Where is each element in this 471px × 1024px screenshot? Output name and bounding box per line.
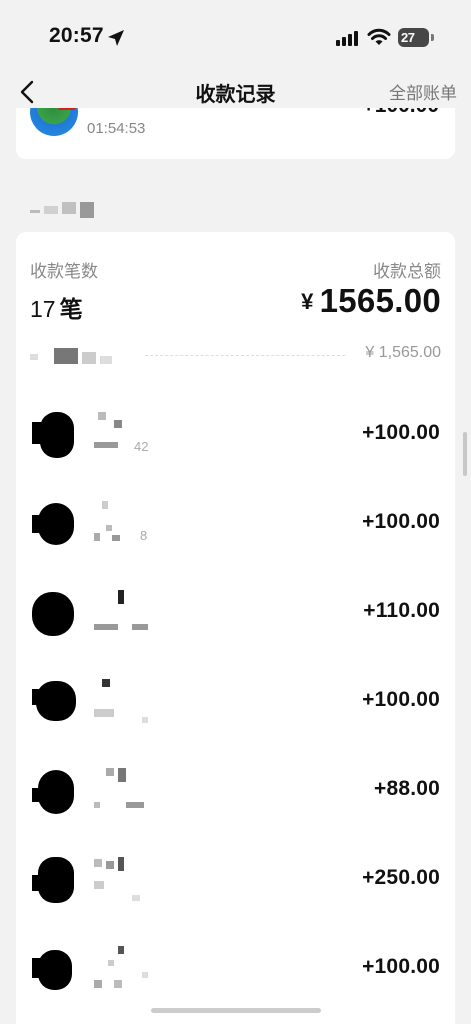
dashed-divider — [145, 355, 345, 356]
previous-entry-card[interactable]: 01:54:53 +100.00 — [16, 108, 455, 159]
id-tail: 8 — [140, 528, 148, 543]
avatar-badge — [58, 108, 76, 110]
sub-label-redacted — [30, 348, 114, 364]
avatar — [32, 766, 82, 816]
date-label-redacted — [30, 200, 96, 220]
list-item[interactable]: +100.00 — [16, 657, 455, 746]
avatar — [32, 499, 82, 549]
count-number: 17 — [30, 296, 56, 322]
transaction-amount: +100.00 — [362, 688, 440, 711]
transaction-amount: +100.00 — [362, 955, 440, 978]
sub-total-amount: ¥ 1,565.00 — [365, 344, 441, 361]
battery-cap — [431, 34, 434, 41]
count-value: 17 笔 — [30, 290, 83, 324]
avatar — [32, 410, 82, 460]
list-item[interactable]: +88.00 — [16, 746, 455, 835]
sub-total-row: ¥ 1,565.00 — [30, 344, 441, 366]
scrollbar[interactable] — [463, 432, 467, 476]
name-redacted — [92, 857, 172, 905]
avatar — [32, 588, 82, 638]
transaction-list: 42 +100.00 8 +100.00 +110.00 +100.00 +88… — [16, 390, 455, 1013]
name-redacted — [92, 946, 172, 994]
total-value: ¥1565.00 — [301, 282, 441, 320]
nav-bar: 收款记录 全部账单 — [0, 72, 471, 112]
status-time: 20:57 — [49, 24, 104, 47]
list-item[interactable]: +250.00 — [16, 835, 455, 924]
currency-sign: ¥ — [301, 289, 314, 314]
list-item[interactable]: +110.00 — [16, 568, 455, 657]
entry-time: 01:54:53 — [87, 120, 146, 137]
transaction-amount: +110.00 — [363, 599, 440, 622]
wifi-icon — [367, 28, 391, 45]
list-item[interactable]: 42 +100.00 — [16, 390, 455, 479]
battery-level: 27 — [401, 30, 415, 45]
count-unit: 笔 — [59, 296, 83, 322]
transaction-amount: +100.00 — [362, 510, 440, 533]
list-item[interactable]: 8 +100.00 — [16, 479, 455, 568]
signal-icon — [336, 31, 358, 46]
transaction-amount: +250.00 — [362, 866, 440, 889]
total-label: 收款总额 — [373, 262, 441, 281]
location-arrow-icon — [108, 30, 124, 46]
avatar — [32, 677, 82, 727]
battery-icon: 27 — [398, 28, 429, 47]
name-redacted — [92, 679, 172, 727]
total-number: 1565.00 — [319, 282, 441, 319]
list-item[interactable]: +100.00 — [16, 924, 455, 1013]
avatar — [30, 108, 78, 136]
all-bills-link[interactable]: 全部账单 — [389, 79, 457, 104]
name-redacted — [92, 590, 172, 638]
id-tail: 42 — [134, 439, 149, 454]
transaction-amount: +100.00 — [362, 421, 440, 444]
entry-amount: +100.00 — [363, 108, 440, 118]
summary-card: 收款笔数 收款总额 17 笔 ¥1565.00 ¥ 1,565.00 42 +10… — [16, 232, 455, 1024]
transaction-amount: +88.00 — [373, 777, 440, 800]
name-redacted — [92, 412, 172, 460]
name-redacted — [92, 768, 172, 816]
home-indicator[interactable] — [151, 1008, 321, 1013]
avatar — [32, 944, 82, 994]
count-label: 收款笔数 — [30, 262, 98, 281]
name-redacted — [92, 501, 172, 549]
status-bar: 20:57 27 — [0, 0, 471, 72]
avatar — [32, 855, 82, 905]
